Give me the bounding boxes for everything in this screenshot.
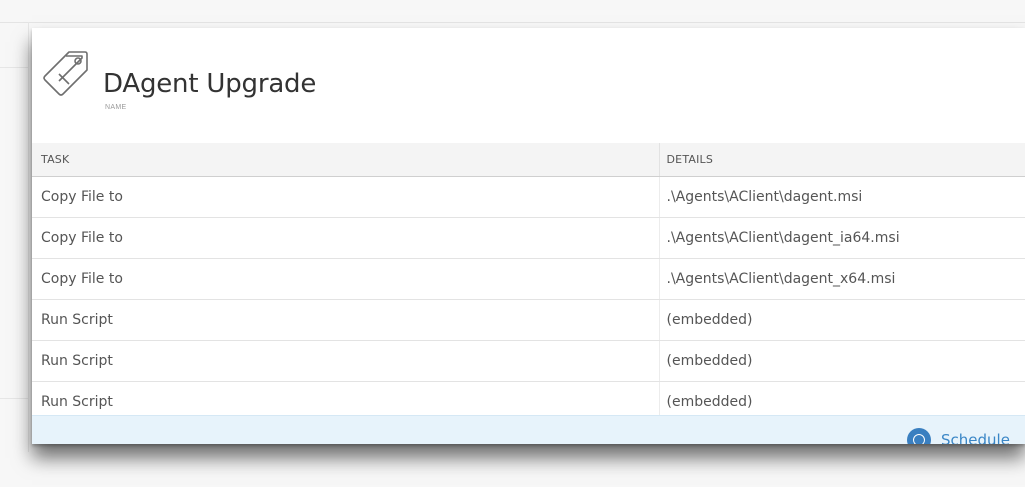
details-cell: (embedded): [658, 340, 1025, 382]
task-cell: Run Script: [32, 299, 659, 341]
background-divider: [0, 22, 1025, 23]
background-divider: [0, 67, 28, 68]
column-header-task[interactable]: TASK: [32, 143, 659, 177]
details-cell: .\Agents\AClient\dagent_ia64.msi: [658, 217, 1025, 259]
table-header-row: TASK DETAILS: [32, 143, 1025, 177]
schedule-button-label: Schedule: [941, 431, 1010, 444]
schedule-icon: [907, 428, 931, 444]
page-title: DAgent Upgrade: [103, 69, 317, 99]
title-caption: NAME: [105, 104, 127, 111]
task-cell: Copy File to: [32, 258, 659, 300]
dialog-footer: Schedule: [32, 415, 1025, 444]
details-cell: .\Agents\AClient\dagent_x64.msi: [658, 258, 1025, 300]
table-row[interactable]: Copy File to .\Agents\AClient\dagent_ia6…: [32, 217, 1025, 259]
table-row[interactable]: Copy File to .\Agents\AClient\dagent_x64…: [32, 258, 1025, 300]
task-dialog: DAgent Upgrade NAME TASK DETAILS Copy Fi…: [32, 28, 1025, 444]
table-row[interactable]: Copy File to .\Agents\AClient\dagent.msi: [32, 176, 1025, 218]
dialog-header: DAgent Upgrade NAME: [32, 28, 1025, 143]
tag-icon: [43, 51, 88, 96]
column-header-details[interactable]: DETAILS: [658, 143, 1025, 177]
details-cell: (embedded): [658, 299, 1025, 341]
background-divider: [28, 22, 29, 452]
details-cell: .\Agents\AClient\dagent.msi: [658, 176, 1025, 218]
screenshot-stage: DAgent Upgrade NAME TASK DETAILS Copy Fi…: [0, 0, 1025, 487]
schedule-button[interactable]: Schedule: [907, 428, 1010, 444]
task-cell: Run Script: [32, 340, 659, 382]
task-cell: Copy File to: [32, 217, 659, 259]
background-divider: [0, 398, 28, 399]
table-row[interactable]: Run Script (embedded): [32, 299, 1025, 341]
table-row[interactable]: Run Script (embedded): [32, 340, 1025, 382]
task-cell: Copy File to: [32, 176, 659, 218]
task-table: TASK DETAILS Copy File to .\Agents\AClie…: [32, 143, 1025, 423]
